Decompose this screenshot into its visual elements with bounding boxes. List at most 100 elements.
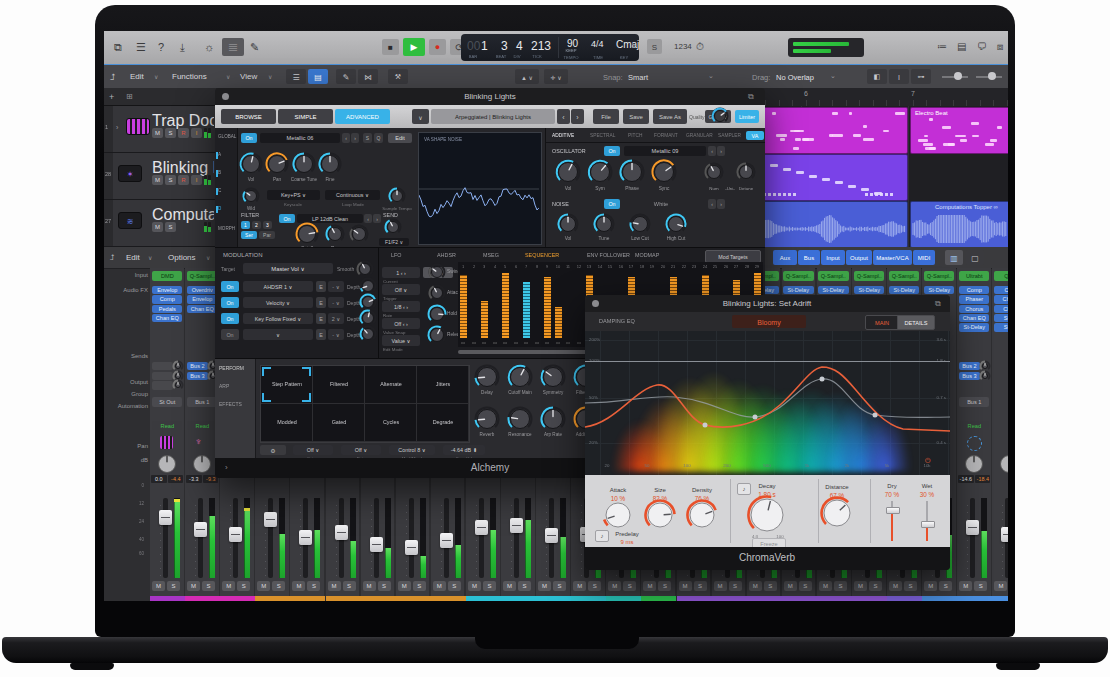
- perform-control-1[interactable]: Off ∨: [341, 445, 381, 455]
- play-button[interactable]: ▶: [403, 38, 425, 56]
- note-pad-icon[interactable]: ▤: [957, 41, 966, 52]
- pointer-tool-selector[interactable]: ▲ ∨: [515, 69, 539, 84]
- count-in-button[interactable]: 1234: [674, 42, 692, 51]
- mute-button[interactable]: M: [924, 581, 937, 591]
- v-zoom-handle[interactable]: [988, 72, 996, 80]
- track-header-2[interactable]: 28✶Blinking LightsMSRI: [104, 153, 216, 200]
- fader-groove[interactable]: [409, 498, 414, 578]
- mod-on-3[interactable]: On: [221, 329, 239, 340]
- mute-button[interactable]: M: [503, 581, 516, 591]
- midi-region-electro-beat[interactable]: Electro Beat: [910, 107, 1008, 154]
- knob[interactable]: [650, 158, 678, 186]
- mute-button[interactable]: M: [328, 581, 341, 591]
- mute-button[interactable]: M: [959, 581, 972, 591]
- alchemy-save[interactable]: Save: [623, 109, 649, 124]
- fx-slot[interactable]: St-Delay: [854, 286, 885, 294]
- solo-button[interactable]: S: [939, 581, 952, 591]
- mod-target-field[interactable]: Master Vol ∨: [243, 263, 333, 274]
- knob[interactable]: [554, 158, 582, 186]
- strip-label[interactable]: StompTrap Door: [852, 596, 887, 601]
- list-icon[interactable]: ≔: [937, 41, 947, 52]
- mute-button[interactable]: M: [784, 581, 797, 591]
- mod-on-2[interactable]: On: [221, 313, 239, 324]
- output-button[interactable]: St Out: [152, 397, 183, 407]
- tab-details[interactable]: DETAILS: [897, 315, 935, 330]
- knob[interactable]: [506, 363, 534, 391]
- drag-value[interactable]: No Overlap: [776, 73, 814, 82]
- solo-button[interactable]: S: [202, 581, 215, 591]
- perform-settings[interactable]: ⚙: [260, 445, 286, 455]
- solo-button[interactable]: S: [167, 581, 180, 591]
- mod-n-2[interactable]: 2 ∨: [328, 313, 344, 324]
- slider-handle-wet[interactable]: [921, 521, 935, 528]
- output-button[interactable]: Bus 1: [187, 397, 218, 407]
- cv-knob-density[interactable]: [685, 498, 719, 532]
- seq-bar-3[interactable]: [481, 301, 488, 338]
- send-slot[interactable]: Bus 2: [187, 362, 208, 370]
- mod-n-0[interactable]: - ∨: [328, 281, 344, 292]
- fader-groove[interactable]: [268, 498, 273, 578]
- knob[interactable]: [383, 217, 403, 237]
- knob[interactable]: [539, 363, 567, 391]
- fx-slot[interactable]: St-Delay: [959, 323, 990, 331]
- solo-button[interactable]: S: [834, 581, 847, 591]
- strip-label[interactable]: Hi-HatOpen: [536, 596, 571, 601]
- strip-label[interactable]: Cowbell 3Trap Door: [817, 596, 852, 601]
- seq-bar-7[interactable]: [523, 282, 530, 338]
- strip-label[interactable]: NoiseTrap Door: [957, 596, 992, 601]
- fader-groove[interactable]: [479, 498, 484, 578]
- track-header-1[interactable]: 1›Trap DoorMSRI: [104, 106, 216, 153]
- mute-button[interactable]: M: [573, 581, 586, 591]
- preset-prev[interactable]: ‹: [557, 109, 570, 124]
- mod-tab-mseg[interactable]: MSEG: [483, 252, 499, 258]
- strip-label[interactable]: SlamTrap Door: [922, 596, 957, 601]
- track-s-button[interactable]: S: [165, 222, 176, 232]
- knob[interactable]: [710, 106, 730, 126]
- mute-button[interactable]: M: [749, 581, 762, 591]
- import-icon[interactable]: ⤓: [180, 41, 185, 54]
- strip-label[interactable]: Hi-Hat 2Trap Door: [501, 596, 536, 601]
- knob[interactable]: [358, 324, 378, 344]
- perform-pad-cycles[interactable]: Cycles: [365, 404, 417, 442]
- window-toggle-icon[interactable]: ⧉: [114, 41, 122, 54]
- mixer-view-single[interactable]: ▥: [945, 250, 963, 265]
- mixer-menu-options[interactable]: Options: [168, 253, 196, 262]
- perform-control-0[interactable]: Off ∨: [293, 445, 333, 455]
- mod-e-1[interactable]: E: [316, 297, 326, 308]
- track-m-button[interactable]: M: [152, 128, 163, 138]
- mute-button[interactable]: M: [257, 581, 270, 591]
- track-disclosure[interactable]: ›: [116, 124, 118, 131]
- filter-num-1[interactable]: 1: [241, 221, 250, 229]
- automation-button[interactable]: Read: [959, 421, 990, 430]
- view-region-button[interactable]: ▤: [308, 69, 328, 84]
- mute-button[interactable]: M: [889, 581, 902, 591]
- mixer-filter-midi[interactable]: MIDI: [913, 250, 935, 265]
- fx-slot[interactable]: St-Delay: [924, 286, 955, 294]
- mute-button[interactable]: M: [222, 581, 235, 591]
- mod-tab-ahdsr[interactable]: AHDSR: [437, 252, 456, 258]
- mute-button[interactable]: M: [363, 581, 376, 591]
- tab-main[interactable]: MAIN: [865, 315, 899, 330]
- solo-button[interactable]: S: [623, 581, 636, 591]
- fx-slot[interactable]: Chorus: [959, 305, 990, 313]
- seq-stepper-4[interactable]: Value ∨: [382, 335, 420, 346]
- h-zoom-handle[interactable]: [954, 72, 962, 80]
- solo-button[interactable]: S: [904, 581, 917, 591]
- fader-groove[interactable]: [970, 498, 975, 578]
- strip-label[interactable]: Snare 2Trap Door: [290, 596, 325, 601]
- solo-button[interactable]: S: [553, 581, 566, 591]
- strip-label[interactable]: Shaker 2Trap Door: [712, 596, 747, 601]
- fx-slot[interactable]: St-D: [994, 314, 1008, 322]
- perform-pad-jitters[interactable]: Jitters: [417, 366, 469, 404]
- seq-bar-10[interactable]: [555, 307, 562, 338]
- osc-tab-granular[interactable]: GRANULAR: [686, 133, 713, 138]
- strip-label[interactable]: Clap 2Trap Door: [431, 596, 466, 601]
- fx-slot[interactable]: Chan EQ: [187, 305, 218, 313]
- seq-stepper-3[interactable]: Off ‹ ›: [382, 318, 420, 329]
- fx-slot[interactable]: St-Delay: [818, 286, 849, 294]
- peak-value[interactable]: -4.4: [168, 475, 184, 483]
- mute-button[interactable]: M: [608, 581, 621, 591]
- input-button[interactable]: Q-S: [994, 271, 1008, 281]
- mute-button[interactable]: M: [292, 581, 305, 591]
- perform-control-3[interactable]: -4.64 dB ⬍: [443, 445, 485, 455]
